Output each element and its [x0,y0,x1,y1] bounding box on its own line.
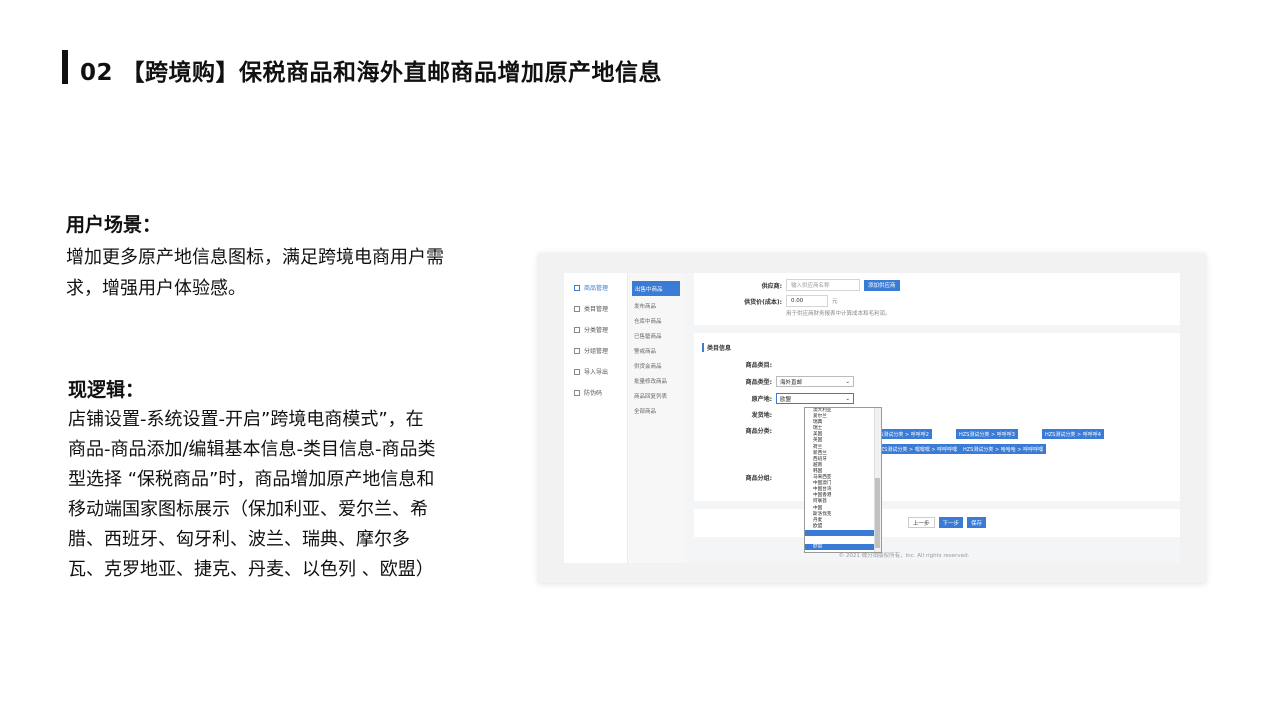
import-icon [574,368,580,375]
sidebar-item-label: 商品管理 [584,285,609,292]
supplier-panel: 供应商: 输入供应商名称 添加供应商 供货价(成本): 0.00 元 用于供应商… [694,273,1180,325]
supplier-label: 供应商: [761,282,782,290]
origin-select[interactable]: 欧盟 ⌄ [776,393,854,404]
subnav-item-warehouse[interactable]: 仓库中商品 [628,313,684,328]
subnav-item-all[interactable]: 全部商品 [628,403,684,418]
admin-app: 商品管理 类目管理 分类管理 分组管理 导入导出 防伪码 出售中商品 发布商品 … [564,273,1180,563]
save-button[interactable]: 保存 [967,517,987,528]
add-supplier-button[interactable]: 添加供应商 [864,279,900,291]
subnav-item-alert[interactable]: 警戒商品 [628,343,684,358]
sidebar-item-label: 分组管理 [584,348,609,355]
cost-label: 供货价(成本): [744,298,782,306]
title-accent-bar [62,50,68,84]
sidebar-item-group[interactable]: 分组管理 [564,340,627,361]
sub-nav: 出售中商品 发布商品 仓库中商品 已售罄商品 警戒商品 供货会商品 批量修改商品… [628,273,684,563]
origin-label: 原产地: [751,396,772,403]
group-label: 商品分组: [745,475,772,482]
sidebar-item-label: 分类管理 [584,327,609,334]
scene-heading: 用户场景： [66,214,162,236]
subnav-item-supply[interactable]: 供货会商品 [628,358,684,373]
category-panel: 类目信息 商品类目: 商品类型: 海外直邮 ⌄ 原产地: 欧盟 ⌄ 发货地: 商品分… [694,333,1180,501]
type-select[interactable]: 海外直邮 ⌄ [776,376,854,387]
sidebar-item-category[interactable]: 类目管理 [564,298,627,319]
grid-icon [574,326,580,333]
cost-hint: 用于供应商财务报表中计算成本和毛利润。 [786,311,891,317]
app-footer: © 2021 微分销版权所有，Inc. All rights reserved. [838,553,970,559]
action-panel: 上一步 下一步 保存 [694,509,1180,537]
type-label: 商品类型: [745,379,772,386]
sidebar-item-label: 类目管理 [584,306,609,313]
scene-text: 增加更多原产地信息图标，满足跨境电商用户需求，增强用户体验感。 [66,247,444,299]
box-icon [574,284,580,291]
sidebar-item-import[interactable]: 导入导出 [564,361,627,382]
origin-dropdown-list[interactable]: 澳大利亚 爱尔兰 瑞典 瑞士 美国 英国 荷兰 新西兰 西班牙 越南 韩国 马来… [804,407,882,553]
category-chip[interactable]: HZS测试分类 > 呼呼呼3 [956,429,1018,439]
subnav-item-batch[interactable]: 批量修改商品 [628,373,684,388]
type-select-value: 海外直邮 [780,379,803,386]
next-button[interactable]: 下一步 [938,517,964,528]
sidebar-item-label: 导入导出 [584,369,609,376]
sidebar-item-goods[interactable]: 商品管理 [564,277,627,298]
logic-heading: 现逻辑： [68,379,145,401]
screenshot-frame: 商品管理 类目管理 分类管理 分组管理 导入导出 防伪码 出售中商品 发布商品 … [538,253,1206,583]
page-title: 02 【跨境购】保税商品和海外直邮商品增加原产地信息 [80,60,663,86]
origin-select-value: 欧盟 [780,396,792,403]
folder-icon [574,347,580,354]
category-chip[interactable]: HZS测试分类 > 呼呼呼4 [1042,429,1104,439]
origin-option-selected[interactable]: 欧盟 [805,543,874,550]
ship-label: 发货地: [751,412,772,419]
section-title: 类目信息 [702,343,731,352]
subnav-item-soldout[interactable]: 已售罄商品 [628,328,684,343]
category-chip[interactable]: HZS测试分类 > 嘿嘿嘿 > 呼呼呼嘿 [874,444,961,454]
sidebar-item-classify[interactable]: 分类管理 [564,319,627,340]
category-chip[interactable]: HZS测试分类 > 哈哈哈 > 呼呼呼嘿 [960,444,1047,454]
tag-icon [574,389,580,396]
dropdown-scrollbar-thumb[interactable] [875,478,880,548]
origin-option-selected[interactable] [805,529,881,536]
logic-text: 店铺设置-系统设置-开启”跨境电商模式”，在商品-商品添加/编辑基本信息-类目信… [68,409,436,580]
main-content: 供应商: 输入供应商名称 添加供应商 供货价(成本): 0.00 元 用于供应商… [684,273,1180,563]
sidebar-item-anticounterfeit[interactable]: 防伪码 [564,382,627,403]
cost-unit: 元 [832,299,838,305]
subnav-item-reply[interactable]: 商品回复列表 [628,388,684,403]
subnav-item-publish[interactable]: 发布商品 [628,298,684,313]
sidebar-item-label: 防伪码 [584,390,603,397]
supplier-input[interactable]: 输入供应商名称 [786,279,860,291]
chevron-down-icon: ⌄ [845,378,850,385]
main-sidebar: 商品管理 类目管理 分类管理 分组管理 导入导出 防伪码 [564,273,628,563]
chevron-down-icon: ⌄ [845,395,850,402]
prev-button[interactable]: 上一步 [908,517,935,528]
list-icon [574,305,580,312]
category-label: 商品类目: [745,362,772,369]
subnav-item-onsale[interactable]: 出售中商品 [632,281,680,296]
classify-label: 商品分类: [745,428,772,435]
cost-input[interactable]: 0.00 [786,295,828,307]
